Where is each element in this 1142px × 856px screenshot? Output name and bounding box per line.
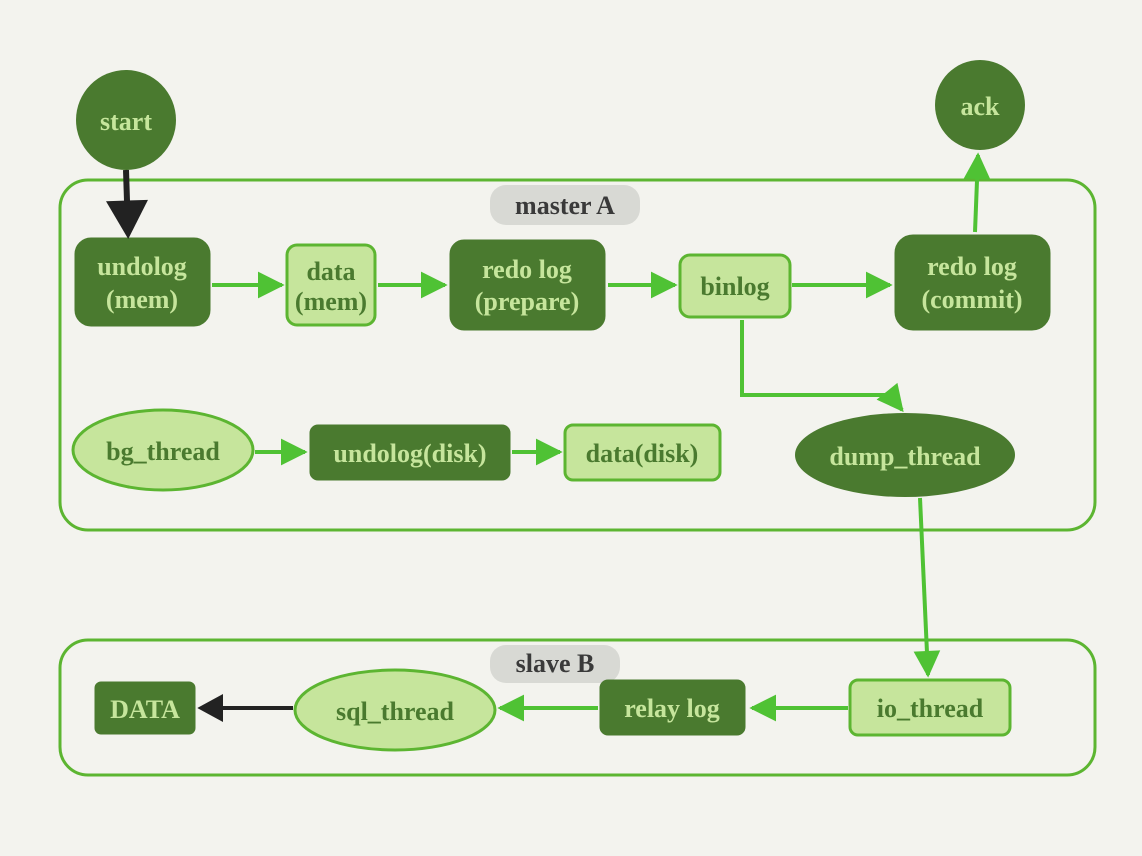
redo-commit-node <box>895 235 1050 330</box>
sql-thread-label: sql_thread <box>336 697 455 726</box>
master-label: master A <box>515 191 615 220</box>
redo-prepare-label-1: redo log <box>482 255 572 284</box>
redo-commit-label-2: (commit) <box>921 285 1022 314</box>
slave-label: slave B <box>516 649 595 678</box>
redo-prepare-label-2: (prepare) <box>475 287 579 316</box>
bg-thread-label: bg_thread <box>106 437 220 466</box>
redo-commit-label-1: redo log <box>927 252 1017 281</box>
data-disk-label: data(disk) <box>586 439 699 468</box>
arrow-dump-io <box>920 498 928 675</box>
arrow-redo-commit-ack <box>975 155 978 232</box>
io-thread-label: io_thread <box>877 694 984 723</box>
relay-log-label: relay log <box>624 694 720 723</box>
arrow-binlog-dump <box>742 320 902 410</box>
arrow-start-undolog <box>126 170 128 232</box>
ack-label: ack <box>961 92 1001 121</box>
undolog-disk-label: undolog(disk) <box>333 439 486 468</box>
data-mem-label-1: data <box>306 257 355 286</box>
undolog-mem-label-1: undolog <box>97 252 187 281</box>
redo-prepare-node <box>450 240 605 330</box>
data-mem-label-2: (mem) <box>295 287 367 316</box>
binlog-label: binlog <box>700 272 769 301</box>
undolog-mem-label-2: (mem) <box>106 285 178 314</box>
dump-thread-label: dump_thread <box>829 442 981 471</box>
data-final-label: DATA <box>110 695 180 724</box>
start-label: start <box>100 107 152 136</box>
